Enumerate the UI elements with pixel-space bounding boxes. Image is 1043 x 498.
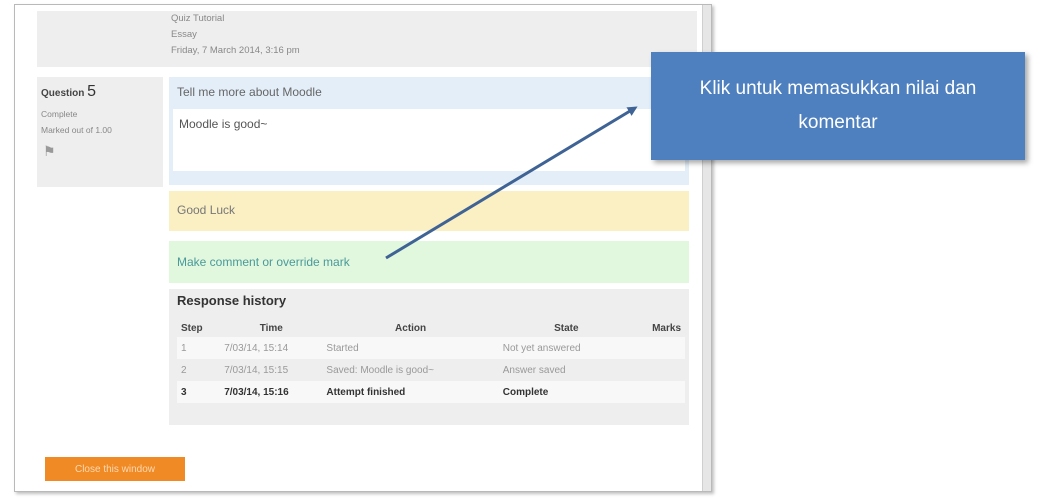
question-formulation: Tell me more about Moodle Moodle is good… — [169, 77, 689, 185]
step-cell: 1 — [177, 337, 221, 359]
marks-cell — [633, 381, 685, 403]
column-header: State — [554, 322, 579, 334]
history-header-row: Step Time Action State Marks — [177, 319, 685, 337]
column-header: Step — [181, 322, 203, 334]
step-cell: 3 — [177, 381, 221, 403]
table-row: 1 7/03/14, 15:14 Started Not yet answere… — [177, 337, 685, 359]
time-cell: 7/03/14, 15:14 — [220, 337, 323, 359]
action-cell: Saved: Moodle is good~ — [326, 364, 434, 376]
column-header: Action — [395, 322, 427, 334]
column-header: Marks — [652, 322, 681, 334]
question-info: Question 5 Complete Marked out of 1.00 ⚑ — [37, 77, 163, 187]
question-text: Tell me more about Moodle — [177, 85, 322, 99]
attempt-summary: Quiz Quiz Tutorial Question Essay Comple… — [37, 11, 697, 67]
response-history: Response history Step Time Action State … — [169, 289, 689, 425]
state-cell: Not yet answered — [498, 337, 634, 359]
comment-box: Make comment or override mark — [169, 241, 689, 283]
time-cell: 7/03/14, 15:15 — [224, 364, 289, 376]
marks-cell — [634, 359, 685, 381]
state-cell: Answer saved — [502, 364, 566, 376]
question-state: Complete — [41, 109, 78, 119]
table-row: 3 7/03/14, 15:16 Attempt finished Comple… — [177, 381, 685, 403]
moodle-review-screenshot: Quiz Quiz Tutorial Question Essay Comple… — [14, 4, 712, 492]
question-label: Question — [41, 88, 85, 99]
question-max-mark: Marked out of 1.00 — [41, 125, 112, 135]
table-row: 2 7/03/14, 15:15 Saved: Moodle is good~ … — [177, 359, 685, 381]
flag-icon[interactable]: ⚑ — [43, 143, 56, 160]
marks-cell — [633, 337, 685, 359]
state-cell: Complete — [498, 381, 634, 403]
summary-value: Essay — [171, 29, 197, 40]
callout-box: Klik untuk memasukkan nilai dan komentar — [651, 52, 1025, 160]
comment-link[interactable]: Make comment or override mark — [177, 255, 350, 269]
summary-value: Quiz Tutorial — [171, 13, 225, 24]
history-table: Step Time Action State Marks 1 7/03/14, … — [177, 319, 685, 403]
question-number-value: 5 — [87, 83, 97, 100]
action-cell: Started — [322, 337, 499, 359]
feedback-text: Good Luck — [177, 203, 236, 217]
column-header: Time — [259, 322, 283, 334]
close-window-button[interactable]: Close this window — [45, 457, 185, 481]
answer-box: Moodle is good~ — [173, 109, 685, 171]
summary-value: Friday, 7 March 2014, 3:16 pm — [171, 45, 300, 56]
time-cell: 7/03/14, 15:16 — [220, 381, 323, 403]
history-title: Response history — [177, 293, 287, 308]
step-cell: 2 — [181, 364, 187, 376]
question-number: Question 5 — [41, 83, 96, 101]
action-cell: Attempt finished — [322, 381, 499, 403]
callout-text: Klik untuk memasukkan nilai dan komentar — [699, 78, 977, 133]
general-feedback: Good Luck — [169, 191, 689, 231]
answer-text: Moodle is good~ — [179, 117, 268, 131]
